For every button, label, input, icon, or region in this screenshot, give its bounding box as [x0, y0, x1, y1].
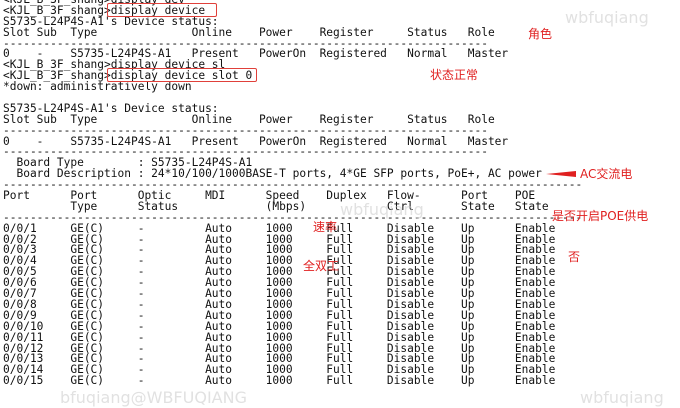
annotation-no: 否 [568, 250, 581, 264]
annotation-role: 角色 [528, 27, 553, 41]
annotation-ac-power: AC交流电 [580, 167, 633, 181]
watermark-middle: wbfuqiang [340, 200, 424, 219]
watermark-right: wbfuqiang [580, 388, 664, 407]
annotation-full-duplex: 全双工 [303, 259, 340, 273]
watermark-top: wbfuqiang [565, 8, 649, 27]
arrow-icon [546, 171, 576, 177]
terminal-line: 0/0/15 GE(C) - Auto 1000 Full Disable Up… [3, 374, 556, 388]
annotation-speed: 速率 [313, 220, 338, 234]
annotation-status-normal: 状态正常 [430, 68, 479, 82]
watermark-bottom: bfuqiang@WBFUQIANG [60, 388, 247, 407]
terminal-output: <KJL_B_3F_shang>display dev<KJL_B_3F_sha… [3, 0, 582, 387]
annotation-poe-enabled: 是否开启POE供电 [552, 209, 649, 223]
terminal-line: *down: administratively down [3, 80, 192, 94]
